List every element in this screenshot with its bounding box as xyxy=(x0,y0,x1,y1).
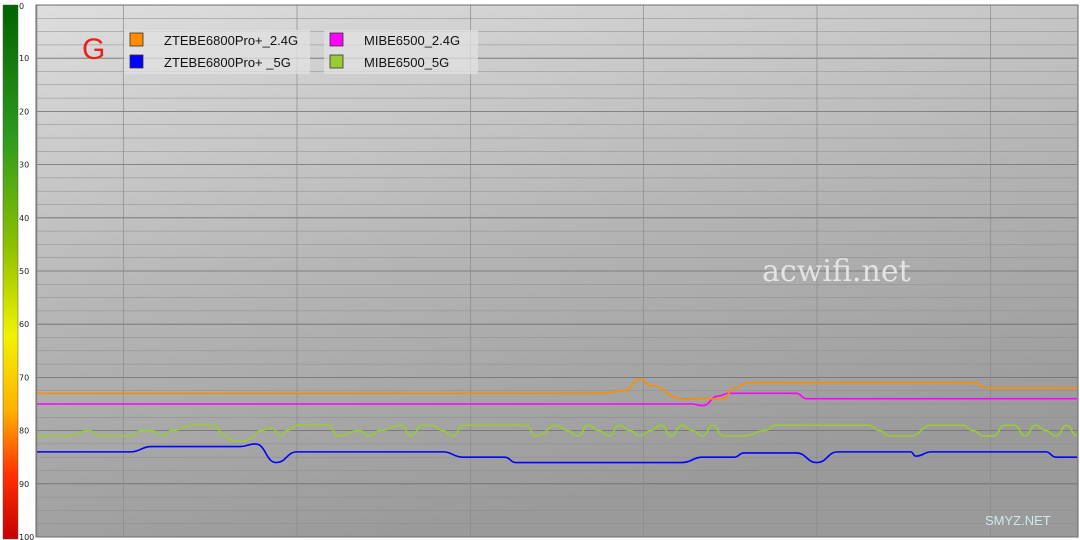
legend-swatch xyxy=(129,32,144,47)
legend-swatch xyxy=(329,32,344,47)
legend-swatch xyxy=(329,54,344,69)
watermark-acwifi: acwifi.net xyxy=(762,254,911,289)
y-tick-label: 70 xyxy=(19,373,29,382)
y-tick-label: 10 xyxy=(19,54,29,63)
y-tick-label: 0 xyxy=(19,2,24,11)
grid-lines xyxy=(36,4,1077,538)
legend-label: ZTEBE6800Pro+ _5G xyxy=(164,55,291,70)
y-tick-label: 50 xyxy=(19,267,29,276)
chart-title: G xyxy=(82,33,105,66)
legend-swatch xyxy=(129,54,144,69)
y-tick-label: 80 xyxy=(19,427,29,436)
legend-label: MIBE6500_5G xyxy=(364,55,449,70)
y-tick-label: 30 xyxy=(19,161,29,170)
y-tick-label: 60 xyxy=(19,320,29,329)
y-tick-label: 100 xyxy=(19,533,34,540)
y-tick-label: 20 xyxy=(19,107,29,116)
signal-strength-chart: 0 10 20 30 40 50 60 70 80 90 100 acwifi.net SMYZ.N… xyxy=(0,0,1080,540)
legend: ZTEBE6800Pro+_2.4G ZTEBE6800Pro+ _5G MIBE6… xyxy=(124,30,478,74)
color-scale-bar xyxy=(2,4,19,540)
legend-label: ZTEBE6800Pro+_2.4G xyxy=(164,33,298,48)
legend-label: MIBE6500_2.4G xyxy=(364,33,460,48)
y-tick-label: 90 xyxy=(19,480,29,489)
watermark-smyz: SMYZ.NET xyxy=(985,513,1051,528)
y-tick-label: 40 xyxy=(19,214,29,223)
